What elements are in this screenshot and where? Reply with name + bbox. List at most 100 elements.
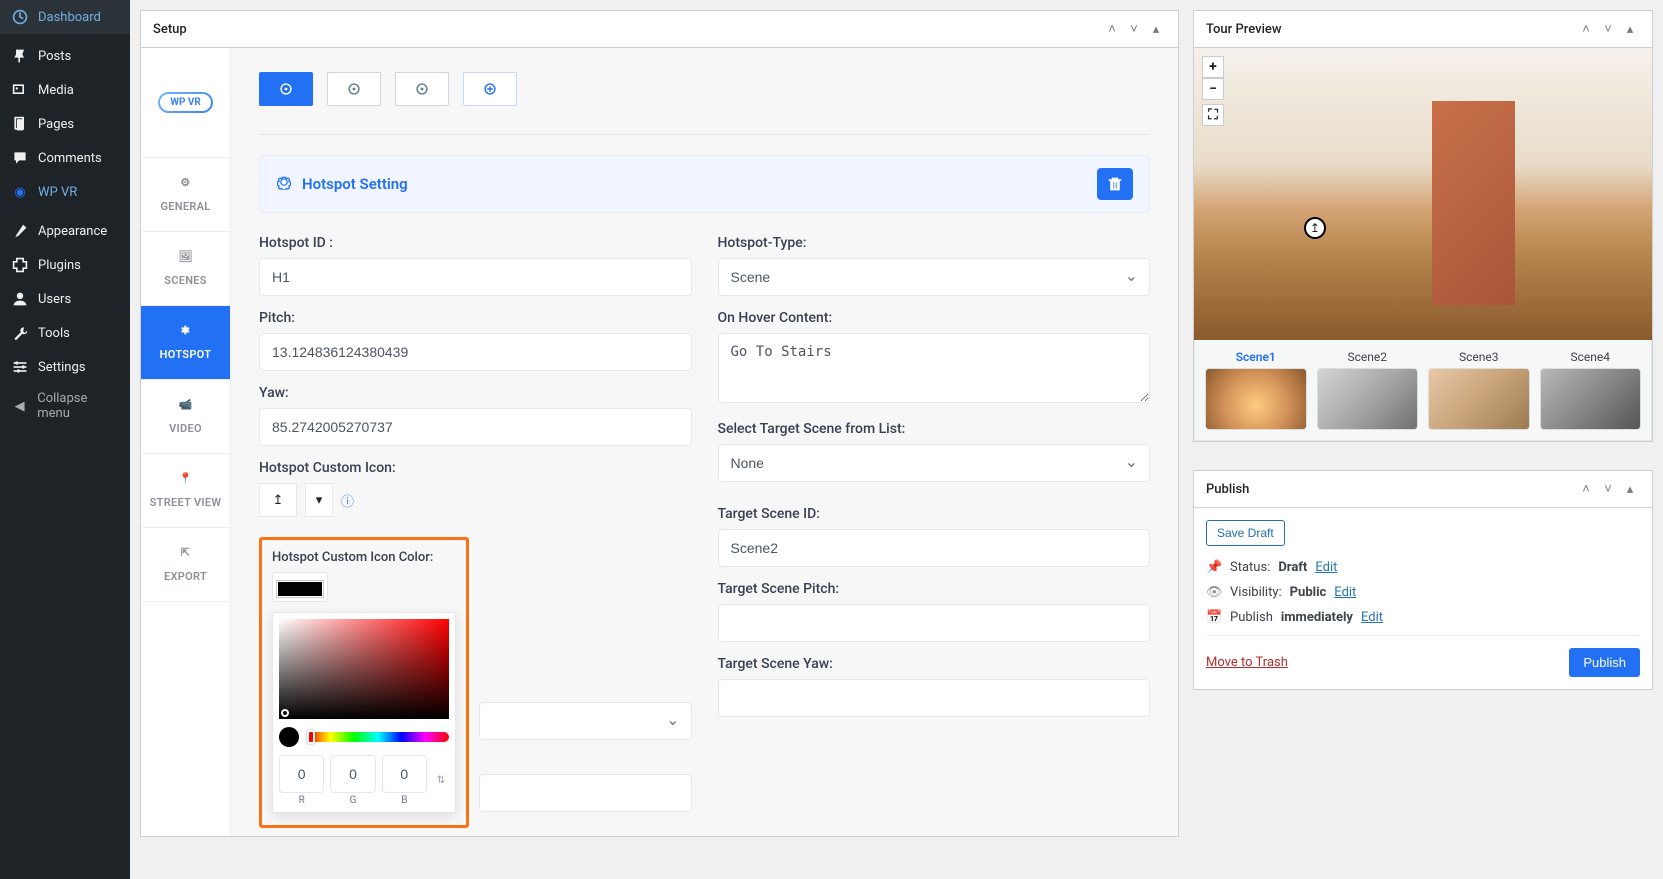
sidebar-label: Pages — [38, 117, 74, 132]
panel-up-icon[interactable]: ˄ — [1102, 19, 1122, 39]
icon-color-highlight: Hotspot Custom Icon Color: — [259, 537, 469, 828]
hue-cursor[interactable] — [307, 730, 315, 744]
sidebar-label: Settings — [38, 360, 85, 375]
yaw-input[interactable] — [259, 408, 692, 446]
target-id-input[interactable] — [718, 529, 1151, 567]
collapse-icon: ◀ — [10, 396, 29, 416]
sidebar-item-media[interactable]: Media — [0, 73, 130, 107]
vtab-streetview[interactable]: 📍STREET VIEW — [141, 454, 230, 528]
panel-toggle-icon[interactable]: ▴ — [1146, 19, 1166, 39]
edit-visibility-link[interactable]: Edit — [1334, 585, 1356, 600]
edit-status-link[interactable]: Edit — [1315, 560, 1337, 575]
icon-preview-button[interactable]: ↥ — [259, 483, 297, 517]
field-hotspot-type: Hotspot-Type: Scene — [718, 235, 1151, 296]
scene-thumb-2[interactable]: Scene2 — [1317, 350, 1419, 430]
video-icon: 📹 — [177, 398, 195, 416]
scene-thumb-3[interactable]: Scene3 — [1428, 350, 1530, 430]
vtab-general[interactable]: ⚙GENERAL — [141, 158, 230, 232]
hotspot-tab-add[interactable] — [463, 72, 517, 106]
panel-down-icon[interactable]: ˅ — [1124, 19, 1144, 39]
field-hotspot-id: Hotspot ID : — [259, 235, 692, 296]
hidden-input[interactable] — [479, 774, 692, 812]
zoom-out-button[interactable]: − — [1202, 78, 1224, 100]
sidebar-item-appearance[interactable]: Appearance — [0, 214, 130, 248]
hidden-select[interactable] — [479, 702, 692, 740]
pin-icon — [10, 46, 30, 66]
hotspot-tab-3[interactable] — [395, 72, 449, 106]
vtab-export[interactable]: ⇱EXPORT — [141, 528, 230, 602]
calendar-icon: 📅 — [1206, 610, 1222, 625]
sidebar-item-comments[interactable]: Comments — [0, 141, 130, 175]
brush-icon — [10, 221, 30, 241]
sidebar-item-plugins[interactable]: Plugins — [0, 248, 130, 282]
sidebar-item-pages[interactable]: Pages — [0, 107, 130, 141]
rgb-r-input[interactable] — [279, 755, 324, 793]
sidebar-label: Users — [38, 292, 71, 307]
icon-dropdown-button[interactable]: ▾ — [305, 483, 333, 517]
vtab-hotspot[interactable]: ✱HOTSPOT — [141, 306, 230, 380]
panel-up-icon[interactable]: ˄ — [1576, 479, 1596, 499]
pitch-input[interactable] — [259, 333, 692, 371]
hotspot-tab-2[interactable] — [327, 72, 381, 106]
fullscreen-button[interactable]: ⛶ — [1202, 104, 1224, 126]
color-picker-popover: R G B ⇅ — [272, 612, 456, 813]
saturation-area[interactable] — [279, 619, 449, 719]
sidebar-item-wpvr[interactable]: ◉WP VR — [0, 175, 130, 209]
panel-toggle-icon[interactable]: ▴ — [1620, 479, 1640, 499]
target-pitch-input[interactable] — [718, 604, 1151, 642]
hotspot-setting-label: Hotspot Setting — [302, 175, 408, 193]
vtab-video[interactable]: 📹VIDEO — [141, 380, 230, 454]
visibility-row: 👁 Visibility: Public Edit — [1206, 585, 1640, 600]
scene-thumb-4[interactable]: Scene4 — [1540, 350, 1642, 430]
user-icon — [10, 289, 30, 309]
hotspot-id-input[interactable] — [259, 258, 692, 296]
color-mode-toggle[interactable]: ⇅ — [433, 755, 449, 806]
hue-slider[interactable] — [307, 732, 449, 742]
field-target-id: Target Scene ID: — [718, 506, 1151, 567]
panel-toggle-icon[interactable]: ▴ — [1620, 19, 1640, 39]
edit-schedule-link[interactable]: Edit — [1361, 610, 1383, 625]
publish-button[interactable]: Publish — [1569, 648, 1640, 677]
sidebar-label: Comments — [38, 151, 102, 166]
vtab-scenes[interactable]: 🖼SCENES — [141, 232, 230, 306]
saturation-cursor[interactable] — [281, 709, 289, 717]
sidebar-label: Appearance — [38, 224, 107, 239]
sidebar-item-posts[interactable]: Posts — [0, 39, 130, 73]
scene-thumb-image — [1540, 368, 1642, 430]
target-yaw-input[interactable] — [718, 679, 1151, 717]
panel-down-icon[interactable]: ˅ — [1598, 19, 1618, 39]
target-list-select[interactable]: None — [718, 444, 1151, 482]
sidebar-item-collapse[interactable]: ◀Collapse menu — [0, 384, 130, 428]
zoom-in-button[interactable]: + — [1202, 56, 1224, 78]
brick-wall — [1432, 101, 1514, 305]
rgb-g-input[interactable] — [330, 755, 375, 793]
rgb-b-input[interactable] — [382, 755, 427, 793]
preview-panel-header: Tour Preview ˄ ˅ ▴ — [1194, 11, 1652, 48]
dashboard-icon — [10, 7, 30, 27]
sidebar-item-dashboard[interactable]: Dashboard — [0, 0, 130, 34]
sidebar-item-users[interactable]: Users — [0, 282, 130, 316]
setup-panel: Setup ˄ ˅ ▴ WP VR ⚙GENERAL 🖼SCENES ✱HOTS… — [140, 10, 1179, 837]
color-swatch[interactable] — [277, 581, 323, 597]
scene-nav-hotspot[interactable]: ↥ — [1304, 217, 1326, 239]
comment-icon — [10, 148, 30, 168]
publish-title: Publish — [1206, 482, 1249, 497]
info-icon[interactable]: ⓘ — [341, 491, 354, 510]
hover-content-input[interactable]: Go To Stairs — [718, 333, 1151, 403]
field-target-list: Select Target Scene from List: None — [718, 421, 1151, 482]
setup-title: Setup — [153, 22, 187, 37]
panel-down-icon[interactable]: ˅ — [1598, 479, 1618, 499]
sidebar-item-settings[interactable]: Settings — [0, 350, 130, 384]
sidebar-item-tools[interactable]: Tools — [0, 316, 130, 350]
export-icon: ⇱ — [177, 546, 195, 564]
delete-hotspot-button[interactable] — [1097, 168, 1133, 200]
save-draft-button[interactable]: Save Draft — [1206, 520, 1285, 546]
panel-up-icon[interactable]: ˄ — [1576, 19, 1596, 39]
hotspot-type-select[interactable]: Scene — [718, 258, 1151, 296]
tour-preview-panel: Tour Preview ˄ ˅ ▴ + − ⛶ ↥ Scene1 Scene2… — [1193, 10, 1653, 442]
move-to-trash-link[interactable]: Move to Trash — [1206, 655, 1288, 670]
hotspot-tab-1[interactable] — [259, 72, 313, 106]
preview-viewport[interactable]: + − ⛶ ↥ — [1194, 48, 1652, 340]
publish-panel: Publish ˄ ˅ ▴ Save Draft 📌 Status: Draft… — [1193, 470, 1653, 690]
scene-thumb-1[interactable]: Scene1 — [1205, 350, 1307, 430]
